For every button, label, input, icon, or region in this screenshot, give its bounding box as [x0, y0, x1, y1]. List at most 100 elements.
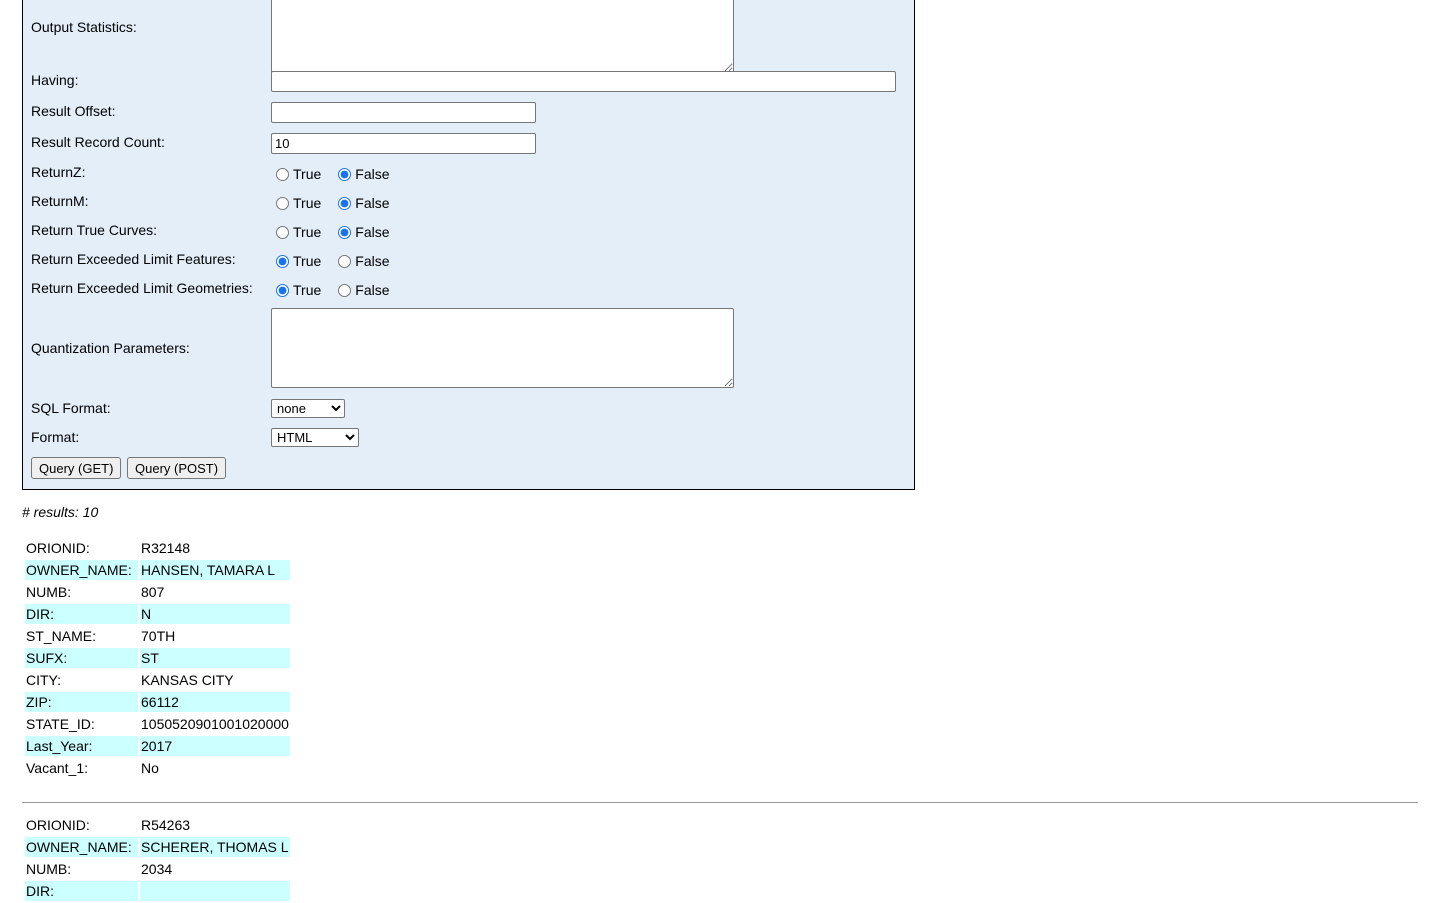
record-field-row: STATE_ID: 1050520901001020000	[25, 714, 290, 734]
sql-format-select[interactable]: none	[271, 399, 345, 418]
return-exceeded-limit-geometries-true-label: True	[293, 282, 322, 298]
field-value: 70TH	[141, 628, 176, 644]
result-record-count-label: Result Record Count:	[31, 134, 165, 150]
field-value: R32148	[141, 540, 191, 556]
return-exceeded-limit-features-radio-group: True False	[271, 252, 402, 270]
return-true-curves-radio-group: True False	[271, 223, 402, 241]
returnz-false-option[interactable]: False	[333, 166, 390, 182]
record-field-row: ORIONID: R54263	[25, 815, 290, 835]
returnm-label: ReturnM:	[31, 193, 89, 209]
record-field-row: ORIONID: R32148	[25, 538, 290, 558]
return-true-curves-false-label: False	[355, 224, 390, 240]
result-offset-input[interactable]	[271, 102, 536, 123]
having-label: Having:	[31, 72, 79, 88]
record-field-row: Last_Year: 2017	[25, 736, 290, 756]
format-select[interactable]: HTML	[271, 428, 359, 447]
field-name: Last_Year:	[25, 736, 138, 756]
return-exceeded-limit-geometries-false-radio[interactable]	[338, 283, 352, 297]
return-exceeded-limit-features-false-option[interactable]: False	[333, 253, 390, 269]
query-form-panel: Output Statistics: Having: Result Offset…	[22, 0, 915, 490]
record-field-row: Vacant_1: No	[25, 758, 290, 778]
returnz-false-label: False	[355, 166, 390, 182]
field-name: OWNER_NAME:	[25, 837, 138, 857]
quantization-parameters-label: Quantization Parameters:	[31, 340, 190, 356]
output-statistics-textarea[interactable]	[271, 0, 734, 73]
returnz-false-radio[interactable]	[338, 167, 352, 181]
field-value: 2017	[140, 736, 290, 756]
quantization-parameters-textarea[interactable]	[271, 308, 734, 388]
returnz-true-radio[interactable]	[276, 167, 289, 181]
return-exceeded-limit-features-false-label: False	[355, 253, 390, 269]
returnz-true-option[interactable]: True	[271, 166, 321, 182]
record-field-row: SUFX: ST	[25, 648, 290, 668]
return-true-curves-false-option[interactable]: False	[333, 224, 390, 240]
returnz-label: ReturnZ:	[31, 164, 86, 180]
return-exceeded-limit-features-true-option[interactable]: True	[271, 253, 321, 269]
field-name: OWNER_NAME:	[25, 560, 138, 580]
result-offset-label: Result Offset:	[31, 103, 116, 119]
format-label: Format:	[31, 429, 80, 445]
return-exceeded-limit-features-label: Return Exceeded Limit Features:	[31, 251, 236, 267]
returnm-true-option[interactable]: True	[271, 195, 321, 211]
record-field-row: OWNER_NAME: HANSEN, TAMARA L	[25, 560, 290, 580]
field-name: ORIONID:	[26, 817, 90, 833]
field-name: NUMB:	[26, 584, 72, 600]
record-field-row: ZIP: 66112	[25, 692, 290, 712]
return-true-curves-true-radio[interactable]	[276, 225, 289, 239]
returnm-false-radio[interactable]	[338, 196, 352, 210]
query-post-button[interactable]: Query (POST)	[127, 457, 227, 479]
result-record-1: ORIONID: R32148 OWNER_NAME: HANSEN, TAMARA …	[23, 536, 292, 780]
record-field-row: DIR:	[25, 881, 290, 901]
record-field-row: ST_NAME: 70TH	[25, 626, 290, 646]
result-record-2: ORIONID: R54263 OWNER_NAME: SCHERER, THOMAS…	[23, 813, 292, 903]
field-name: ST_NAME:	[26, 628, 97, 644]
field-name: Vacant_1:	[26, 760, 89, 776]
return-true-curves-label: Return True Curves:	[31, 222, 158, 238]
field-name: NUMB:	[26, 861, 72, 877]
field-value: SCHERER, THOMAS L	[140, 837, 290, 857]
result-record-count-input[interactable]	[271, 133, 536, 154]
returnz-true-label: True	[293, 166, 322, 182]
field-value: KANSAS CITY	[141, 672, 234, 688]
record-field-row: OWNER_NAME: SCHERER, THOMAS L	[25, 837, 290, 857]
field-value: HANSEN, TAMARA L	[140, 560, 290, 580]
returnm-false-option[interactable]: False	[333, 195, 390, 211]
return-exceeded-limit-geometries-true-radio[interactable]	[276, 283, 289, 297]
query-get-button[interactable]: Query (GET)	[31, 457, 122, 479]
field-value	[140, 881, 290, 901]
return-true-curves-true-label: True	[293, 224, 322, 240]
return-exceeded-limit-features-true-label: True	[293, 253, 322, 269]
field-value: 66112	[140, 692, 290, 712]
return-exceeded-limit-geometries-label: Return Exceeded Limit Geometries:	[31, 280, 253, 296]
record-field-row: NUMB: 2034	[25, 859, 290, 879]
record-field-row: CITY: KANSAS CITY	[25, 670, 290, 690]
field-name: CITY:	[26, 672, 62, 688]
return-exceeded-limit-geometries-false-label: False	[355, 282, 390, 298]
record-separator	[22, 802, 1418, 803]
output-statistics-label: Output Statistics:	[31, 19, 137, 35]
field-name: DIR:	[25, 881, 138, 901]
field-value: No	[141, 760, 159, 776]
return-true-curves-true-option[interactable]: True	[271, 224, 321, 240]
field-name: ZIP:	[25, 692, 138, 712]
field-value: N	[140, 604, 290, 624]
field-value: ST	[140, 648, 290, 668]
field-name: ORIONID:	[26, 540, 90, 556]
return-exceeded-limit-geometries-true-option[interactable]: True	[271, 282, 321, 298]
returnm-radio-group: True False	[271, 194, 402, 212]
return-exceeded-limit-features-false-radio[interactable]	[338, 254, 352, 268]
field-name: STATE_ID:	[26, 716, 95, 732]
record-field-row: DIR: N	[25, 604, 290, 624]
return-exceeded-limit-geometries-false-option[interactable]: False	[333, 282, 390, 298]
field-name: SUFX:	[25, 648, 138, 668]
return-exceeded-limit-features-true-radio[interactable]	[276, 254, 289, 268]
field-value: 807	[141, 584, 165, 600]
returnm-false-label: False	[355, 195, 390, 211]
returnz-radio-group: True False	[271, 165, 402, 183]
return-true-curves-false-radio[interactable]	[338, 225, 352, 239]
field-name: DIR:	[25, 604, 138, 624]
returnm-true-radio[interactable]	[276, 196, 289, 210]
returnm-true-label: True	[293, 195, 322, 211]
having-input[interactable]	[271, 71, 896, 92]
record-field-row: NUMB: 807	[25, 582, 290, 602]
